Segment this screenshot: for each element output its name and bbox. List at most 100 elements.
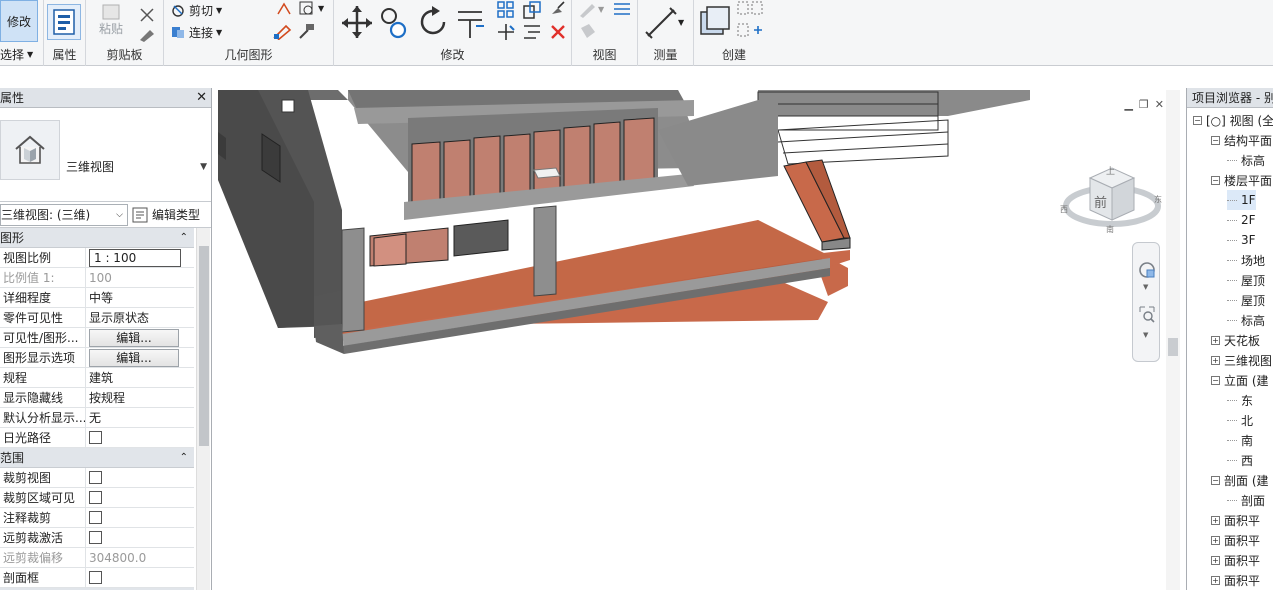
property-value[interactable]: 显示原状态 <box>86 308 194 327</box>
browser-tree-item[interactable]: 3F <box>1227 230 1256 250</box>
collapse-icon[interactable]: − <box>1211 475 1220 485</box>
paint-bucket-icon[interactable] <box>578 22 598 43</box>
browser-tree-item[interactable]: −[○] 视图 (全部) <box>1193 110 1273 130</box>
create-group-icon[interactable] <box>736 22 766 43</box>
type-selector[interactable]: 三维视图 ▼ <box>0 108 211 202</box>
browser-tree-item[interactable]: 场地 <box>1227 250 1265 270</box>
expand-icon[interactable]: + <box>1211 355 1220 365</box>
array-icon[interactable] <box>496 0 516 23</box>
rotate-icon[interactable] <box>418 6 450 43</box>
edit-type-button[interactable]: 编辑类型 <box>132 206 200 223</box>
browser-tree-item[interactable]: 东 <box>1227 390 1253 410</box>
align-icon[interactable] <box>522 22 542 45</box>
split-icon[interactable] <box>496 22 516 45</box>
trim-extend-icon[interactable] <box>456 6 486 43</box>
visibility-edit-button[interactable]: 编辑... <box>89 328 179 347</box>
browser-tree-item[interactable]: 南 <box>1227 430 1253 450</box>
viewcube[interactable]: 上 前 西 东 南 <box>1060 158 1164 238</box>
browser-tree-item[interactable]: 西 <box>1227 450 1253 470</box>
browser-tree-item[interactable]: + 面积平 <box>1211 570 1260 590</box>
browser-tree-item[interactable]: 1F <box>1227 190 1256 210</box>
browser-tree-item[interactable]: + 天花板 <box>1211 330 1260 350</box>
property-value[interactable]: 无 <box>86 408 194 427</box>
chevron-down-icon[interactable]: ▼ <box>1143 331 1148 339</box>
browser-tree-item[interactable]: 标高 <box>1227 150 1265 170</box>
browser-tree-item[interactable]: 2F <box>1227 210 1256 230</box>
expand-icon[interactable]: + <box>1211 515 1220 525</box>
crop-region-visible-checkbox[interactable] <box>89 491 102 504</box>
browser-tree-item[interactable]: − 结构平面 <box>1211 130 1272 150</box>
paste-button[interactable]: 粘贴 <box>94 4 128 40</box>
collapse-icon[interactable]: − <box>1211 175 1220 185</box>
chevron-down-icon[interactable]: ▼ <box>200 162 207 172</box>
sun-path-checkbox[interactable] <box>89 431 102 444</box>
expand-icon[interactable]: + <box>1211 575 1220 585</box>
match-properties-icon[interactable] <box>138 26 156 45</box>
expand-icon[interactable]: + <box>1211 335 1220 345</box>
browser-tree-item[interactable]: + 三维视图 <box>1211 350 1272 370</box>
create-assembly-icon[interactable] <box>698 4 734 43</box>
viewport-scrollbar[interactable] <box>1166 90 1180 590</box>
browser-tree-item[interactable]: 标高 <box>1227 310 1265 330</box>
cut-icon[interactable] <box>138 6 156 27</box>
properties-button[interactable] <box>47 4 81 40</box>
hammer-icon[interactable] <box>296 22 316 43</box>
create-parts-icon[interactable] <box>736 0 766 21</box>
property-value[interactable]: 按规程 <box>86 388 194 407</box>
steering-wheel-icon[interactable] <box>1138 261 1156 282</box>
3d-viewport[interactable]: ▁ ❐ ✕ 上 前 西 东 南 ▼ ▼ <box>218 90 1180 590</box>
browser-tree-item[interactable]: − 剖面 (建 <box>1211 470 1269 490</box>
close-icon[interactable]: ✕ <box>196 90 207 105</box>
annotation-crop-checkbox[interactable] <box>89 511 102 524</box>
close-icon[interactable]: ✕ <box>1155 98 1164 111</box>
zoom-icon[interactable] <box>1138 305 1156 326</box>
minimize-icon[interactable]: ▁ <box>1124 98 1132 111</box>
browser-tree-item[interactable]: − 立面 (建 <box>1211 370 1269 390</box>
instance-selector[interactable]: 三维视图: (三维) ⌵ <box>0 203 128 226</box>
property-value[interactable]: 建筑 <box>86 368 194 387</box>
browser-tree-item[interactable]: 剖面 <box>1227 490 1265 510</box>
browser-tree-item[interactable]: + 面积平 <box>1211 550 1260 570</box>
far-clip-active-checkbox[interactable] <box>89 531 102 544</box>
browser-tree-item[interactable]: 屋顶 <box>1227 290 1265 310</box>
crop-view-checkbox[interactable] <box>89 471 102 484</box>
cut-geometry-button[interactable]: 剪切 ▼ <box>170 0 222 20</box>
browser-tree-item[interactable]: + 面积平 <box>1211 510 1260 530</box>
measure-button[interactable]: ▼ <box>644 4 684 40</box>
property-value[interactable]: 中等 <box>86 288 194 307</box>
browser-tree-item[interactable]: + 面积平 <box>1211 530 1260 550</box>
view-scale-input[interactable]: 1 : 100 <box>89 248 181 267</box>
modify-tool-button[interactable]: 修改 <box>0 0 38 42</box>
collapse-icon[interactable]: − <box>1211 135 1220 145</box>
browser-tree-item[interactable]: 北 <box>1227 410 1253 430</box>
browser-tree-item[interactable]: 屋顶 <box>1227 270 1265 290</box>
property-row: 日光路径 <box>0 428 194 448</box>
expand-icon[interactable]: + <box>1211 555 1220 565</box>
wall-joins-icon[interactable] <box>276 0 294 19</box>
expand-icon[interactable]: + <box>1211 535 1220 545</box>
measure-icon <box>645 7 677 39</box>
pin-icon[interactable] <box>548 0 568 23</box>
section-box-checkbox[interactable] <box>89 571 102 584</box>
override-graphics-button[interactable]: ▼ <box>578 0 604 18</box>
group-graphics[interactable]: 图形 ⌃ <box>0 228 194 248</box>
select-dropdown[interactable]: 选择 ▼ <box>0 46 33 63</box>
linework-icon[interactable] <box>612 0 632 21</box>
delete-icon[interactable] <box>548 22 568 45</box>
collapse-icon[interactable]: − <box>1211 375 1220 385</box>
properties-scrollbar[interactable] <box>196 228 210 590</box>
collapse-icon[interactable]: − <box>1193 115 1202 125</box>
chevron-down-icon[interactable]: ▼ <box>1143 283 1148 291</box>
scale-icon[interactable] <box>522 0 542 23</box>
join-geometry-button[interactable]: 连接 ▼ <box>170 22 222 42</box>
move-icon[interactable] <box>340 4 374 43</box>
group-extents[interactable]: 范围 ⌃ <box>0 448 194 468</box>
restore-icon[interactable]: ❐ <box>1139 98 1149 111</box>
graphic-display-edit-button[interactable]: 编辑... <box>89 348 179 367</box>
split-face-button[interactable]: ▼ <box>298 0 324 16</box>
browser-tree-item[interactable]: − 楼层平面 <box>1211 170 1272 190</box>
chevron-down-icon: ▼ <box>318 3 325 13</box>
copy-icon[interactable] <box>378 2 410 43</box>
paint-icon[interactable] <box>272 22 292 43</box>
edit-type-label: 编辑类型 <box>152 208 201 222</box>
